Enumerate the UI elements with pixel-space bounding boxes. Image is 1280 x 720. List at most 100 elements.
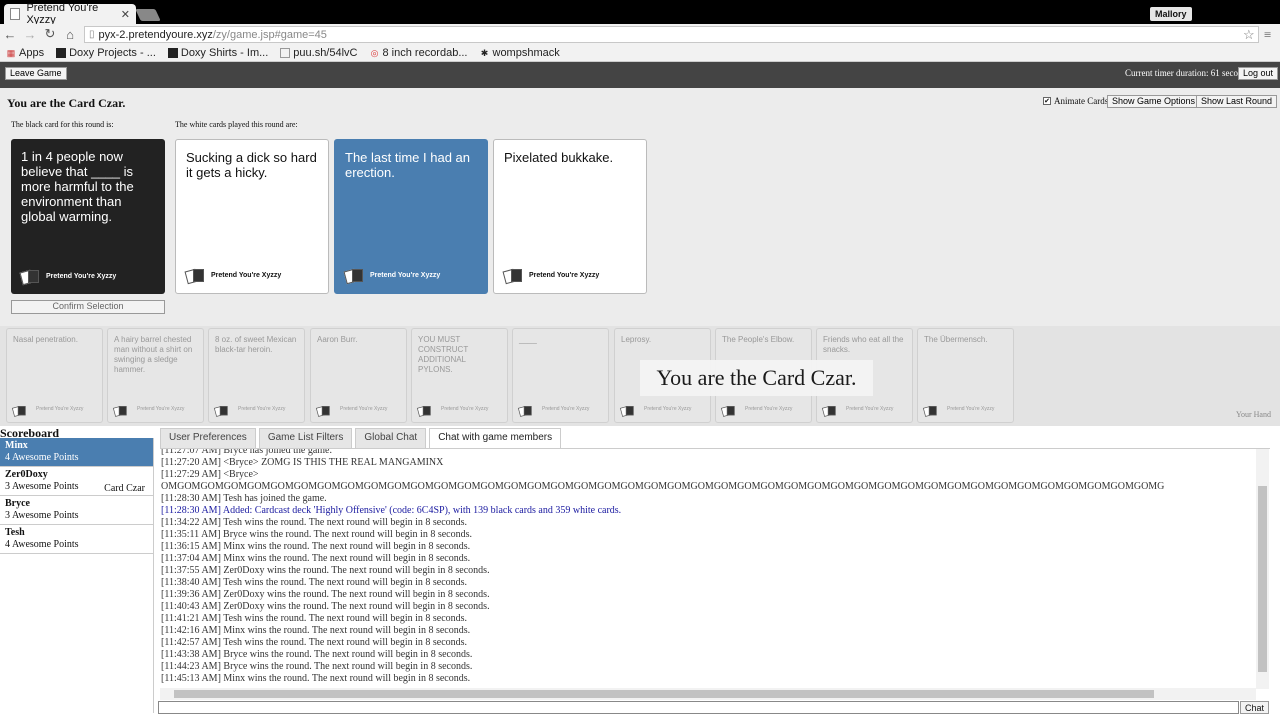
hand-card[interactable]: 8 oz. of sweet Mexican black-tar heroin.… — [208, 328, 305, 423]
played-card[interactable]: Pixelated bukkake. Pretend You're Xyzzy — [493, 139, 647, 294]
animate-cards-option[interactable]: ✔ Animate Cards — [1043, 96, 1108, 106]
card-brand: Pretend You're Xyzzy — [720, 402, 792, 417]
bookmark-apps[interactable]: ▦ Apps — [0, 47, 50, 59]
page-icon — [10, 8, 21, 20]
chat-line: [11:27:29 AM] <Bryce> — [161, 469, 259, 480]
cards-logo-icon — [315, 406, 331, 417]
cards-logo-icon — [502, 268, 524, 284]
page-icon — [280, 47, 291, 58]
bookmark-recordable[interactable]: ◎ 8 inch recordab... — [364, 47, 474, 59]
scoreboard-row: Minx 4 Awesome Points — [0, 438, 153, 467]
chat-line: [11:41:21 AM] Tesh wins the round. The n… — [161, 613, 468, 624]
tab-game-list-filters[interactable]: Game List Filters — [258, 428, 353, 448]
hand-card[interactable]: Aaron Burr. Pretend You're Xyzzy — [310, 328, 407, 423]
card-brand: Pretend You're Xyzzy — [213, 402, 285, 417]
close-icon[interactable]: ✕ — [121, 8, 130, 21]
timer-duration: Current timer duration: 61 seconds — [1125, 68, 1251, 78]
chat-line: [11:45:13 AM] Minx wins the round. The n… — [161, 673, 471, 684]
game-toolbar — [0, 62, 1280, 88]
played-card-text: Sucking a dick so hard it gets a hicky. — [186, 150, 317, 180]
url-host: pyx-2.pretendyoure.xyz — [98, 28, 213, 41]
bookmark-favicon-icon — [167, 47, 178, 58]
white-cards-label: The white cards played this round are: — [175, 120, 298, 129]
player-score: 3 Awesome Points — [5, 510, 79, 521]
leave-game-button[interactable]: Leave Game — [5, 67, 67, 80]
black-card-text: 1 in 4 people now believe that ____ is m… — [21, 149, 134, 224]
bookmarks-bar: ▦ Apps Doxy Projects - ... Doxy Shirts - … — [0, 44, 1280, 62]
chat-log: [11:27:07 AM] Bryce has joined the game.… — [160, 449, 1256, 689]
hand-card[interactable]: Nasal penetration. Pretend You're Xyzzy — [6, 328, 103, 423]
chat-line: [11:43:38 AM] Bryce wins the round. The … — [161, 649, 473, 660]
chat-send-button[interactable]: Chat — [1240, 701, 1270, 714]
played-card-text: Pixelated bukkake. — [504, 150, 614, 165]
home-icon[interactable]: ⌂ — [60, 27, 80, 42]
url-path: /zy/game.jsp#game=45 — [212, 28, 327, 41]
card-brand: Pretend You're Xyzzy — [517, 402, 589, 417]
back-icon[interactable]: ← — [0, 27, 20, 42]
card-brand: Pretend You're Xyzzy — [416, 402, 488, 417]
tab-chat-with-game-members[interactable]: Chat with game members — [429, 428, 562, 448]
player-name: Zer0Doxy — [5, 469, 48, 480]
played-card-selected[interactable]: The last time I had an erection. Pretend… — [334, 139, 488, 294]
card-brand: Pretend You're Xyzzy — [502, 268, 599, 284]
card-brand: Pretend You're Xyzzy — [821, 402, 893, 417]
confirm-selection-button[interactable]: Confirm Selection — [11, 300, 165, 314]
page-info-icon[interactable]: ▯ — [89, 29, 95, 40]
chat-line: [11:44:23 AM] Bryce wins the round. The … — [161, 661, 473, 672]
chat-line: [11:35:11 AM] Bryce wins the round. The … — [161, 529, 472, 540]
menu-icon[interactable]: ≡ — [1264, 27, 1271, 43]
chat-line: [11:42:16 AM] Minx wins the round. The n… — [161, 625, 471, 636]
show-last-round-button[interactable]: Show Last Round — [1196, 95, 1278, 108]
cards-logo-icon — [343, 268, 365, 284]
browser-titlebar — [0, 0, 1280, 24]
chat-line: [11:27:07 AM] Bryce has joined the game. — [161, 449, 332, 456]
chat-horizontal-scroll-thumb[interactable] — [174, 690, 1154, 698]
show-game-options-button[interactable]: Show Game Options — [1107, 95, 1201, 108]
reload-icon[interactable]: ↻ — [40, 26, 60, 42]
chat-line: [11:27:20 AM] <Bryce> ZOMG IS THIS THE R… — [161, 457, 444, 468]
bookmark-doxy-shirts[interactable]: Doxy Shirts - Im... — [162, 47, 274, 59]
chat-line: [11:40:43 AM] Zer0Doxy wins the round. T… — [161, 601, 490, 612]
round-heading: You are the Card Czar. — [7, 96, 126, 110]
profile-badge[interactable]: Mallory — [1150, 7, 1192, 21]
player-status: Card Czar — [104, 483, 145, 494]
bookmark-favicon-icon: ◎ — [370, 47, 379, 58]
hand-card[interactable]: A hairy barrel chested man without a shi… — [107, 328, 204, 423]
bookmark-wompshmack[interactable]: ✱ wompshmack — [474, 47, 566, 59]
card-brand: Pretend You're Xyzzy — [11, 402, 83, 417]
card-czar-overlay: You are the Card Czar. — [640, 360, 873, 396]
logout-button[interactable]: Log out — [1238, 67, 1279, 80]
hand-card[interactable]: YOU MUST CONSTRUCT ADDITIONAL PYLONS. Pre… — [411, 328, 508, 423]
your-hand-label: Your Hand — [1236, 410, 1271, 419]
player-score: 4 Awesome Points — [5, 539, 79, 550]
browser-tab[interactable]: Pretend You're Xyzzy ✕ — [4, 2, 136, 26]
tab-global-chat[interactable]: Global Chat — [355, 428, 427, 448]
chat-line: [11:38:40 AM] Tesh wins the round. The n… — [161, 577, 468, 588]
hand-card[interactable]: The Übermensch. Pretend You're Xyzzy — [917, 328, 1014, 423]
tab-user-preferences[interactable]: User Preferences — [160, 428, 256, 448]
address-bar[interactable]: ▯ pyx-2.pretendyoure.xyz/zy/game.jsp#gam… — [84, 26, 1259, 43]
chat-input[interactable] — [158, 701, 1239, 714]
chat-line: [11:34:22 AM] Tesh wins the round. The n… — [161, 517, 468, 528]
bookmark-doxy-projects[interactable]: Doxy Projects - ... — [50, 47, 162, 59]
player-name: Minx — [5, 440, 28, 451]
hand-card[interactable]: ____ Pretend You're Xyzzy — [512, 328, 609, 423]
player-name: Tesh — [5, 527, 25, 538]
played-card-text: The last time I had an erection. — [345, 150, 471, 180]
black-card: 1 in 4 people now believe that ____ is m… — [11, 139, 165, 294]
bookmark-star-icon[interactable]: ☆ — [1243, 27, 1255, 43]
bookmark-favicon-icon: ✱ — [480, 47, 489, 58]
chat-line: [11:37:04 AM] Minx wins the round. The n… — [161, 553, 471, 564]
chat-vertical-scroll-thumb[interactable] — [1258, 486, 1267, 672]
played-card[interactable]: Sucking a dick so hard it gets a hicky. … — [175, 139, 329, 294]
animate-cards-label: Animate Cards — [1054, 96, 1109, 106]
forward-icon[interactable]: → — [20, 27, 40, 42]
black-card-label: The black card for this round is: — [11, 120, 114, 129]
card-brand: Pretend You're Xyzzy — [922, 402, 994, 417]
card-brand: Pretend You're Xyzzy — [19, 269, 116, 285]
bookmark-favicon-icon — [56, 47, 67, 58]
scoreboard-row: Bryce 3 Awesome Points — [0, 496, 153, 525]
animate-cards-checkbox[interactable]: ✔ — [1043, 97, 1051, 105]
cards-logo-icon — [619, 406, 635, 417]
bookmark-puush[interactable]: puu.sh/54lvC — [274, 47, 363, 59]
